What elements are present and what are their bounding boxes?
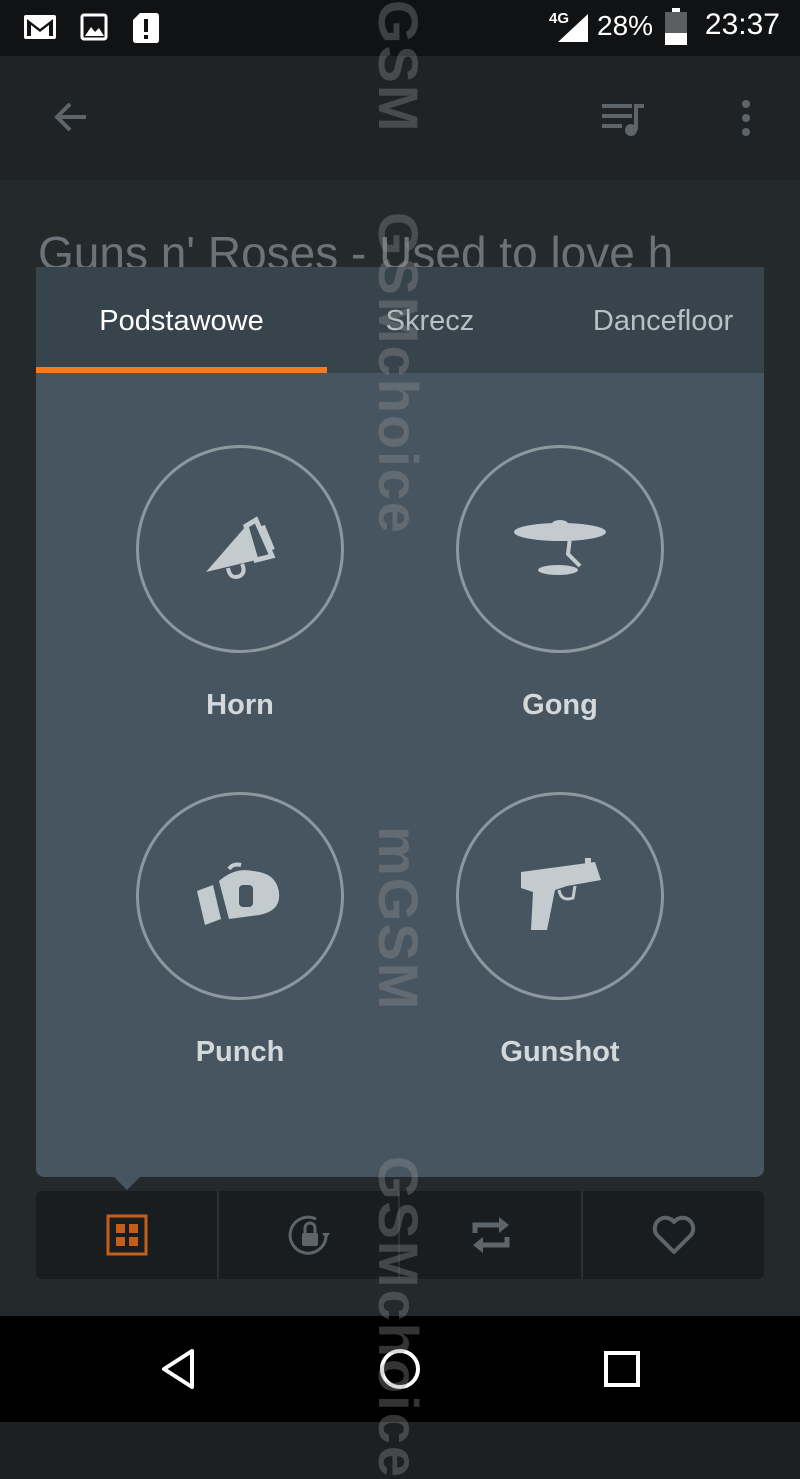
effect-punch-button[interactable] [136,792,344,1000]
watermark: GSM [367,0,430,134]
watermark: mGSM [367,826,430,1012]
nav-recents-button[interactable] [562,1316,682,1422]
battery-percent: 28% [597,10,654,41]
effect-horn-label: Horn [206,689,274,721]
effect-horn-button[interactable] [136,445,344,653]
playlist-icon[interactable] [600,100,648,140]
nav-back-button[interactable] [118,1316,238,1422]
effect-gunshot-button[interactable] [456,792,664,1000]
more-vert-icon[interactable] [738,98,754,138]
effects-grid-icon [106,1214,147,1256]
effect-gunshot-label: Gunshot [500,1036,620,1068]
watermark: GSMchoice [367,212,430,535]
effect-punch-label: Punch [195,1036,285,1068]
pistol-icon [521,858,601,930]
signal-icon [558,14,588,42]
effect-gong-button[interactable] [456,445,664,653]
tab-podstawowe[interactable]: Podstawowe [36,267,327,373]
gong-icon [514,520,606,575]
battery-icon [665,8,687,45]
watermark: GSMchoice [367,1156,430,1479]
nav-recents-icon [604,1351,640,1387]
effect-horn[interactable]: Horn [130,445,350,722]
clock: 23:37 [704,8,780,41]
boxing-glove-icon [197,862,280,925]
panel-pointer [113,1176,141,1190]
tab-dancefloor[interactable]: Dancefloor [533,267,793,373]
effects-grid-button[interactable] [36,1191,217,1279]
nav-back-icon [162,1349,194,1389]
megaphone-icon [206,516,276,579]
heart-icon [652,1215,695,1254]
effect-gong-label: Gong [522,689,598,721]
repeat-icon [472,1217,509,1253]
gmail-icon [24,15,56,39]
favorite-button[interactable] [581,1191,764,1279]
effect-gunshot[interactable]: Gunshot [450,792,670,1069]
rotation-lock-icon [288,1215,330,1255]
effect-gong[interactable]: Gong [450,445,670,722]
back-arrow-icon[interactable] [50,96,92,138]
effect-punch[interactable]: Punch [130,792,350,1069]
active-tab-indicator [36,367,327,373]
sim-alert-icon [133,13,159,43]
image-notification-icon [80,13,108,41]
